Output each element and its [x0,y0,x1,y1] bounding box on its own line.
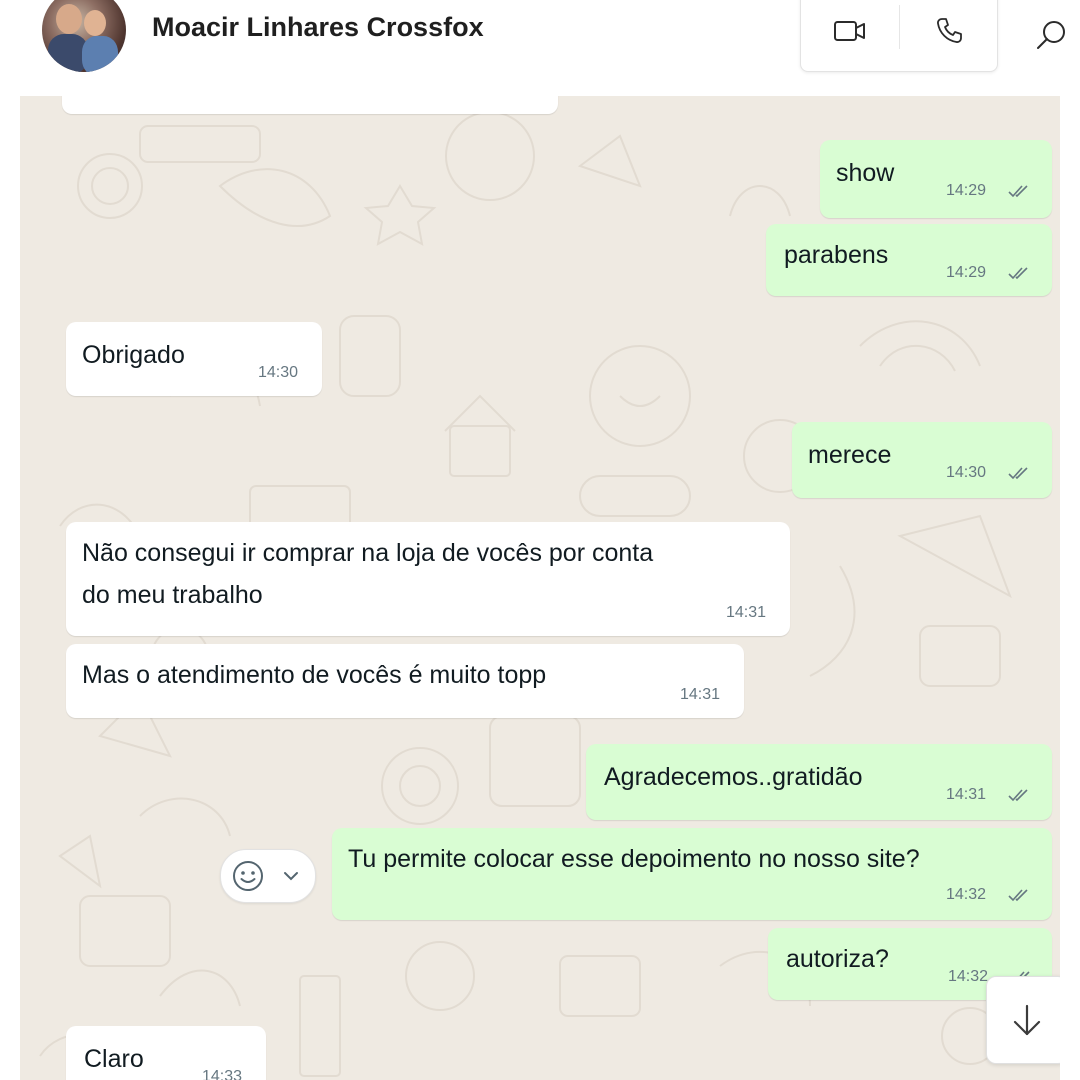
message-text: merece [808,441,892,469]
message-text: parabens [784,241,889,269]
read-receipt-icon [1008,889,1028,902]
chat-area[interactable]: show 14:29 parabens 14:29 Obrigado 14:30… [20,96,1060,1080]
search-icon [1037,21,1065,49]
message-bubble-outgoing[interactable]: parabens 14:29 [766,224,1052,296]
read-receipt-icon [1008,185,1028,198]
message-bubble-outgoing[interactable]: Agradecemos..gratidão 14:31 [586,744,1052,820]
search-button[interactable] [1020,6,1080,66]
read-receipt-icon [1008,467,1028,480]
message-text: Agradecemos..gratidão [604,763,863,791]
chat-header: Moacir Linhares Crossfox [0,0,1080,96]
message-bubble-incoming[interactable]: Não consegui ir comprar na loja de vocês… [66,522,790,636]
message-text: Obrigado [82,341,185,369]
message-text: autoriza? [786,945,889,973]
voice-call-button[interactable] [900,1,997,61]
message-bubble-incoming[interactable]: Obrigado 14:30 [66,322,322,396]
chevron-down-icon [284,872,298,881]
smiley-icon [233,861,263,891]
message-text: Claro [84,1045,144,1073]
message-bubble-incoming[interactable]: Mas o atendimento de vocês é muito topp … [66,644,744,718]
message-bubble-outgoing[interactable]: merece 14:30 [792,422,1052,498]
video-call-button[interactable] [801,1,899,61]
contact-avatar[interactable] [42,0,126,72]
message-time: 14:33 [202,1068,243,1080]
message-time: 14:29 [946,264,987,281]
call-buttons-group [800,0,998,72]
message-text: Tu permite colocar esse depoimento no no… [348,845,920,873]
message-time: 14:32 [946,886,987,903]
message-text: show [836,159,895,187]
message-time: 14:29 [946,182,987,199]
contact-name[interactable]: Moacir Linhares Crossfox [152,12,484,43]
reaction-button[interactable] [220,849,316,903]
message-time: 14:31 [726,604,767,621]
phone-icon [936,18,962,43]
message-text-line2: do meu trabalho [82,581,263,609]
message-time: 14:30 [946,464,987,481]
message-time: 14:30 [258,364,299,381]
scroll-to-bottom-button[interactable] [986,976,1060,1064]
message-bubble-outgoing[interactable]: show 14:29 [820,140,1052,218]
message-bubble-outgoing[interactable]: Tu permite colocar esse depoimento no no… [332,828,1052,920]
read-receipt-icon [1008,789,1028,802]
message-text: Mas o atendimento de vocês é muito topp [82,661,547,689]
read-receipt-icon [1008,267,1028,280]
message-text: Não consegui ir comprar na loja de vocês… [82,539,654,567]
message-time: 14:31 [946,786,987,803]
arrow-down-icon [1013,1004,1041,1036]
video-call-icon [834,21,865,41]
message-time: 14:31 [680,686,721,703]
message-bubble-partial [62,96,558,114]
message-time: 14:32 [948,968,989,985]
message-bubble-incoming[interactable]: Claro 14:33 [66,1026,266,1080]
